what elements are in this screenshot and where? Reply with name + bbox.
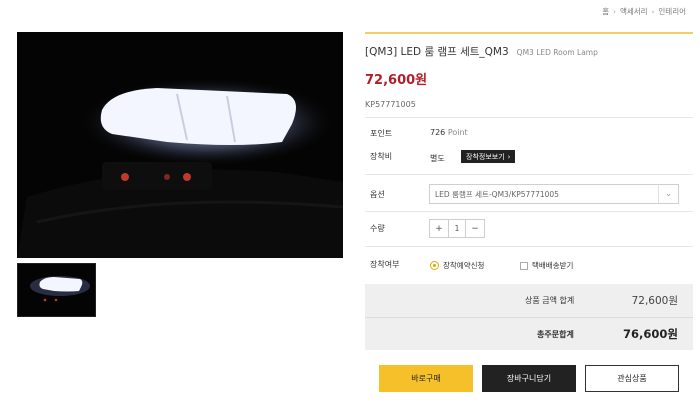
product-total-label: 상품 금액 합계 (525, 296, 575, 305)
install-reservation-radio[interactable]: 장착예약신청 (430, 260, 484, 271)
checkbox-icon (520, 261, 528, 270)
product-price: 72,600원 (365, 73, 428, 88)
product-code: KP57771005 (365, 100, 416, 109)
install-fee-label: 장착비 (370, 152, 393, 161)
point-value: 726 (430, 128, 446, 137)
install-label: 장착여부 (370, 260, 400, 269)
product-main-image (17, 32, 343, 258)
delivery-label: 택배배송받기 (532, 261, 574, 270)
chevron-down-icon: ⌄ (658, 185, 678, 203)
breadcrumb: 홈 › 액세서리 › 인테리어 (602, 6, 686, 17)
divider (365, 174, 693, 175)
order-total-value: 76,600원 (623, 327, 678, 341)
room-lamp-thumbnail-photo (18, 264, 95, 316)
point-value-group: 726 Point (430, 128, 468, 137)
divider (365, 211, 693, 212)
product-subtitle: QM3 LED Room Lamp (516, 48, 598, 57)
chevron-right-icon: › (651, 7, 655, 16)
point-label: 포인트 (370, 129, 393, 138)
divider (365, 246, 693, 247)
chevron-right-icon: › (613, 7, 616, 16)
title-row: [QM3] LED 룸 램프 세트_QM3 QM3 LED Room Lamp (365, 44, 693, 59)
product-info: [QM3] LED 룸 램프 세트_QM3 QM3 LED Room Lamp … (365, 32, 693, 109)
wishlist-button[interactable]: 관심상품 (585, 365, 679, 392)
breadcrumb-home[interactable]: 홈 (602, 6, 609, 17)
quantity-stepper: + 1 − (429, 219, 485, 238)
install-info-button[interactable]: 장착정보보기 › (461, 150, 516, 163)
option-label: 옵션 (370, 190, 385, 199)
divider (365, 317, 693, 318)
room-lamp-photo (17, 32, 343, 258)
chevron-right-icon: › (507, 152, 511, 161)
breadcrumb-subcategory[interactable]: 인테리어 (658, 6, 686, 17)
install-reservation-label: 장착예약신청 (443, 261, 485, 270)
buy-now-button[interactable]: 바로구매 (379, 365, 473, 392)
point-unit: Point (447, 128, 468, 137)
install-info-button-label: 장착정보보기 (466, 152, 505, 161)
option-selected-value: LED 룸램프 세트-QM3/KP57771005 (435, 189, 559, 199)
product-total-value: 72,600원 (631, 295, 678, 307)
quantity-increase-button[interactable]: + (430, 220, 448, 237)
quantity-label: 수량 (370, 224, 385, 233)
delivery-checkbox[interactable]: 택배배송받기 (520, 260, 573, 271)
option-select[interactable]: LED 룸램프 세트-QM3/KP57771005 ⌄ (429, 184, 679, 204)
product-thumbnail[interactable] (17, 263, 96, 317)
install-fee-value: 별도 (430, 154, 445, 163)
totals-panel: 상품 금액 합계 72,600원 총주문합계 76,600원 (365, 284, 693, 350)
order-total-label: 총주문합계 (537, 330, 574, 339)
divider (365, 117, 693, 118)
product-title: [QM3] LED 룸 램프 세트_QM3 (365, 46, 509, 58)
breadcrumb-category[interactable]: 액세서리 (620, 6, 648, 17)
accent-divider (365, 32, 693, 34)
quantity-input[interactable]: 1 (448, 220, 466, 237)
add-to-cart-button[interactable]: 장바구니담기 (482, 365, 576, 392)
radio-selected-icon (430, 261, 439, 270)
quantity-decrease-button[interactable]: − (466, 220, 484, 237)
